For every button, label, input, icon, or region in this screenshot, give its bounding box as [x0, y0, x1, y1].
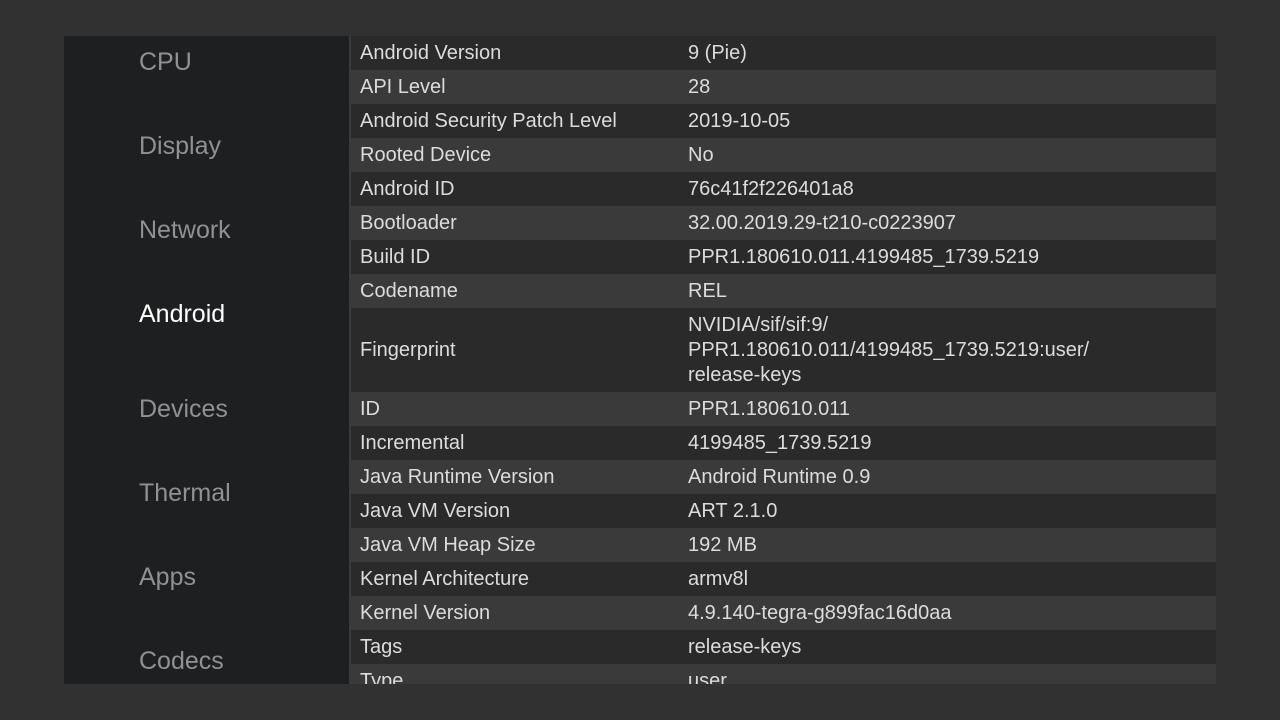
detail-key: Kernel Architecture — [360, 567, 529, 590]
detail-value: 28 — [688, 75, 711, 98]
detail-row-incremental: Incremental 4199485_1739.5219 — [351, 426, 1216, 460]
sidebar-item-android[interactable]: Android — [139, 302, 225, 327]
sidebar-item-codecs[interactable]: Codecs — [139, 649, 224, 674]
detail-key: Java VM Version — [360, 499, 511, 522]
details-list: Android Version 9 (Pie) API Level 28 And… — [351, 36, 1216, 684]
detail-key: Android Version — [360, 41, 502, 64]
detail-value: PPR1.180610.011.4199485_1739.5219 — [688, 245, 1040, 268]
detail-row-type: Type user — [351, 664, 1216, 684]
detail-key: Rooted Device — [360, 143, 492, 166]
detail-key: Kernel Version — [360, 601, 491, 624]
detail-row-android-id: Android ID 76c41f2f226401a8 — [351, 172, 1216, 206]
sidebar-item-devices[interactable]: Devices — [139, 397, 228, 422]
detail-key: Build ID — [360, 245, 431, 268]
detail-value: 4.9.140-tegra-g899fac16d0aa — [688, 601, 952, 624]
detail-key: Codename — [360, 279, 458, 302]
detail-value: armv8l — [688, 567, 749, 590]
detail-key: Java VM Heap Size — [360, 533, 536, 556]
detail-row-rooted-device: Rooted Device No — [351, 138, 1216, 172]
sidebar-item-cpu[interactable]: CPU — [139, 50, 192, 75]
detail-key: Incremental — [360, 431, 465, 454]
sidebar-item-thermal[interactable]: Thermal — [139, 481, 231, 506]
detail-row-kernel-architecture: Kernel Architecture armv8l — [351, 562, 1216, 596]
detail-key: Bootloader — [360, 211, 457, 234]
app-window: CPU Display Network Android Devices Ther… — [64, 36, 1216, 684]
detail-row-api-level: API Level 28 — [351, 70, 1216, 104]
detail-key: Java Runtime Version — [360, 465, 555, 488]
detail-row-bootloader: Bootloader 32.00.2019.29-t210-c0223907 — [351, 206, 1216, 240]
sidebar-item-network[interactable]: Network — [139, 218, 231, 243]
detail-value: 76c41f2f226401a8 — [688, 177, 854, 200]
detail-value: 2019-10-05 — [688, 109, 791, 132]
detail-value: 9 (Pie) — [688, 41, 747, 64]
detail-key: API Level — [360, 75, 446, 98]
detail-row-fingerprint: Fingerprint NVIDIA/sif/sif:9/ PPR1.18061… — [351, 308, 1216, 392]
detail-key: Fingerprint — [360, 338, 456, 361]
detail-value: NVIDIA/sif/sif:9/ PPR1.180610.011/419948… — [688, 313, 1090, 386]
sidebar: CPU Display Network Android Devices Ther… — [64, 36, 351, 684]
detail-key: ID — [360, 397, 380, 420]
sidebar-item-display[interactable]: Display — [139, 134, 221, 159]
detail-row-android-version: Android Version 9 (Pie) — [351, 36, 1216, 70]
detail-value: No — [688, 143, 714, 166]
detail-value: 192 MB — [688, 533, 757, 556]
detail-row-tags: Tags release-keys — [351, 630, 1216, 664]
detail-value: user — [688, 669, 727, 685]
detail-value: PPR1.180610.011 — [688, 397, 850, 420]
android-details-panel[interactable]: Android Version 9 (Pie) API Level 28 And… — [351, 36, 1216, 684]
detail-row-build-id: Build ID PPR1.180610.011.4199485_1739.52… — [351, 240, 1216, 274]
detail-row-java-runtime-version: Java Runtime Version Android Runtime 0.9 — [351, 460, 1216, 494]
detail-value: 4199485_1739.5219 — [688, 431, 872, 454]
detail-key: Tags — [360, 635, 403, 658]
detail-key: Type — [360, 669, 404, 685]
detail-value: release-keys — [688, 635, 802, 658]
detail-value: 32.00.2019.29-t210-c0223907 — [688, 211, 957, 234]
detail-row-security-patch: Android Security Patch Level 2019-10-05 — [351, 104, 1216, 138]
detail-row-java-vm-version: Java VM Version ART 2.1.0 — [351, 494, 1216, 528]
detail-value: ART 2.1.0 — [688, 499, 778, 522]
sidebar-item-apps[interactable]: Apps — [139, 565, 196, 590]
detail-value: Android Runtime 0.9 — [688, 465, 871, 488]
detail-value: REL — [688, 279, 727, 302]
detail-row-id: ID PPR1.180610.011 — [351, 392, 1216, 426]
detail-row-kernel-version: Kernel Version 4.9.140-tegra-g899fac16d0… — [351, 596, 1216, 630]
detail-key: Android Security Patch Level — [360, 109, 617, 132]
detail-row-java-vm-heap-size: Java VM Heap Size 192 MB — [351, 528, 1216, 562]
detail-key: Android ID — [360, 177, 455, 200]
detail-row-codename: Codename REL — [351, 274, 1216, 308]
